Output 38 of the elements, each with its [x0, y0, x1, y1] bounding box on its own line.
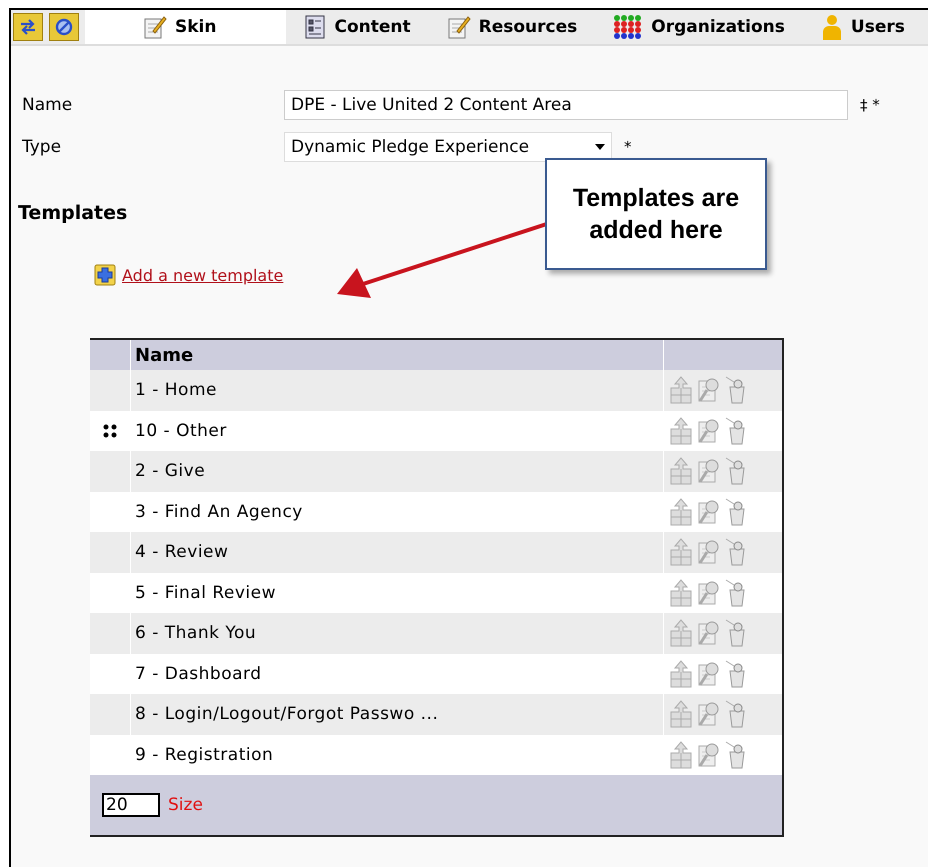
add-template-link[interactable]: Add a new template — [122, 266, 284, 284]
drag-handle-icon[interactable] — [102, 424, 118, 438]
required-marks: ‡ * — [860, 96, 880, 114]
user-icon — [820, 13, 843, 41]
swap-arrows-icon — [18, 17, 38, 37]
required-mark: * — [624, 138, 632, 156]
move-up-icon[interactable] — [668, 375, 694, 406]
dropdown-caret-icon — [595, 144, 605, 150]
toolbar-tab[interactable]: Users — [802, 10, 923, 44]
add-plus-icon[interactable] — [94, 264, 116, 286]
prohibited-icon — [54, 17, 74, 37]
section-heading: Templates — [18, 202, 128, 224]
field-label: Name — [22, 95, 74, 115]
block-button[interactable] — [49, 13, 79, 41]
toolbar-tab[interactable]: Skin — [85, 10, 286, 44]
page-size-label: Size — [168, 795, 203, 815]
move-up-icon[interactable] — [668, 658, 694, 689]
move-up-icon[interactable] — [668, 496, 694, 527]
callout-note: Templates are added here — [545, 158, 767, 270]
swap-button[interactable] — [13, 13, 43, 41]
document-list-icon — [304, 14, 326, 40]
field-label: Type — [22, 137, 62, 157]
move-up-icon[interactable] — [668, 578, 694, 608]
move-up-icon[interactable] — [668, 699, 694, 730]
move-up-icon[interactable] — [668, 537, 694, 568]
type-dropdown[interactable]: Dynamic Pledge Experience — [284, 132, 612, 162]
move-up-icon[interactable] — [668, 618, 694, 648]
people-grid-icon — [613, 14, 644, 40]
toolbar-tab[interactable]: Organizations — [595, 10, 803, 44]
move-up-icon[interactable] — [668, 740, 694, 770]
notepad-pencil-icon — [143, 14, 167, 40]
move-up-icon[interactable] — [668, 456, 694, 486]
page-size-field[interactable]: 20 — [102, 793, 160, 817]
toolbar-tab[interactable]: Content — [286, 10, 429, 44]
name-field[interactable]: DPE - Live United 2 Content Area — [284, 90, 848, 120]
toolbar-tab[interactable]: Resources — [428, 10, 596, 44]
move-up-icon[interactable] — [668, 416, 694, 446]
notepad-pencil-icon — [446, 14, 471, 40]
